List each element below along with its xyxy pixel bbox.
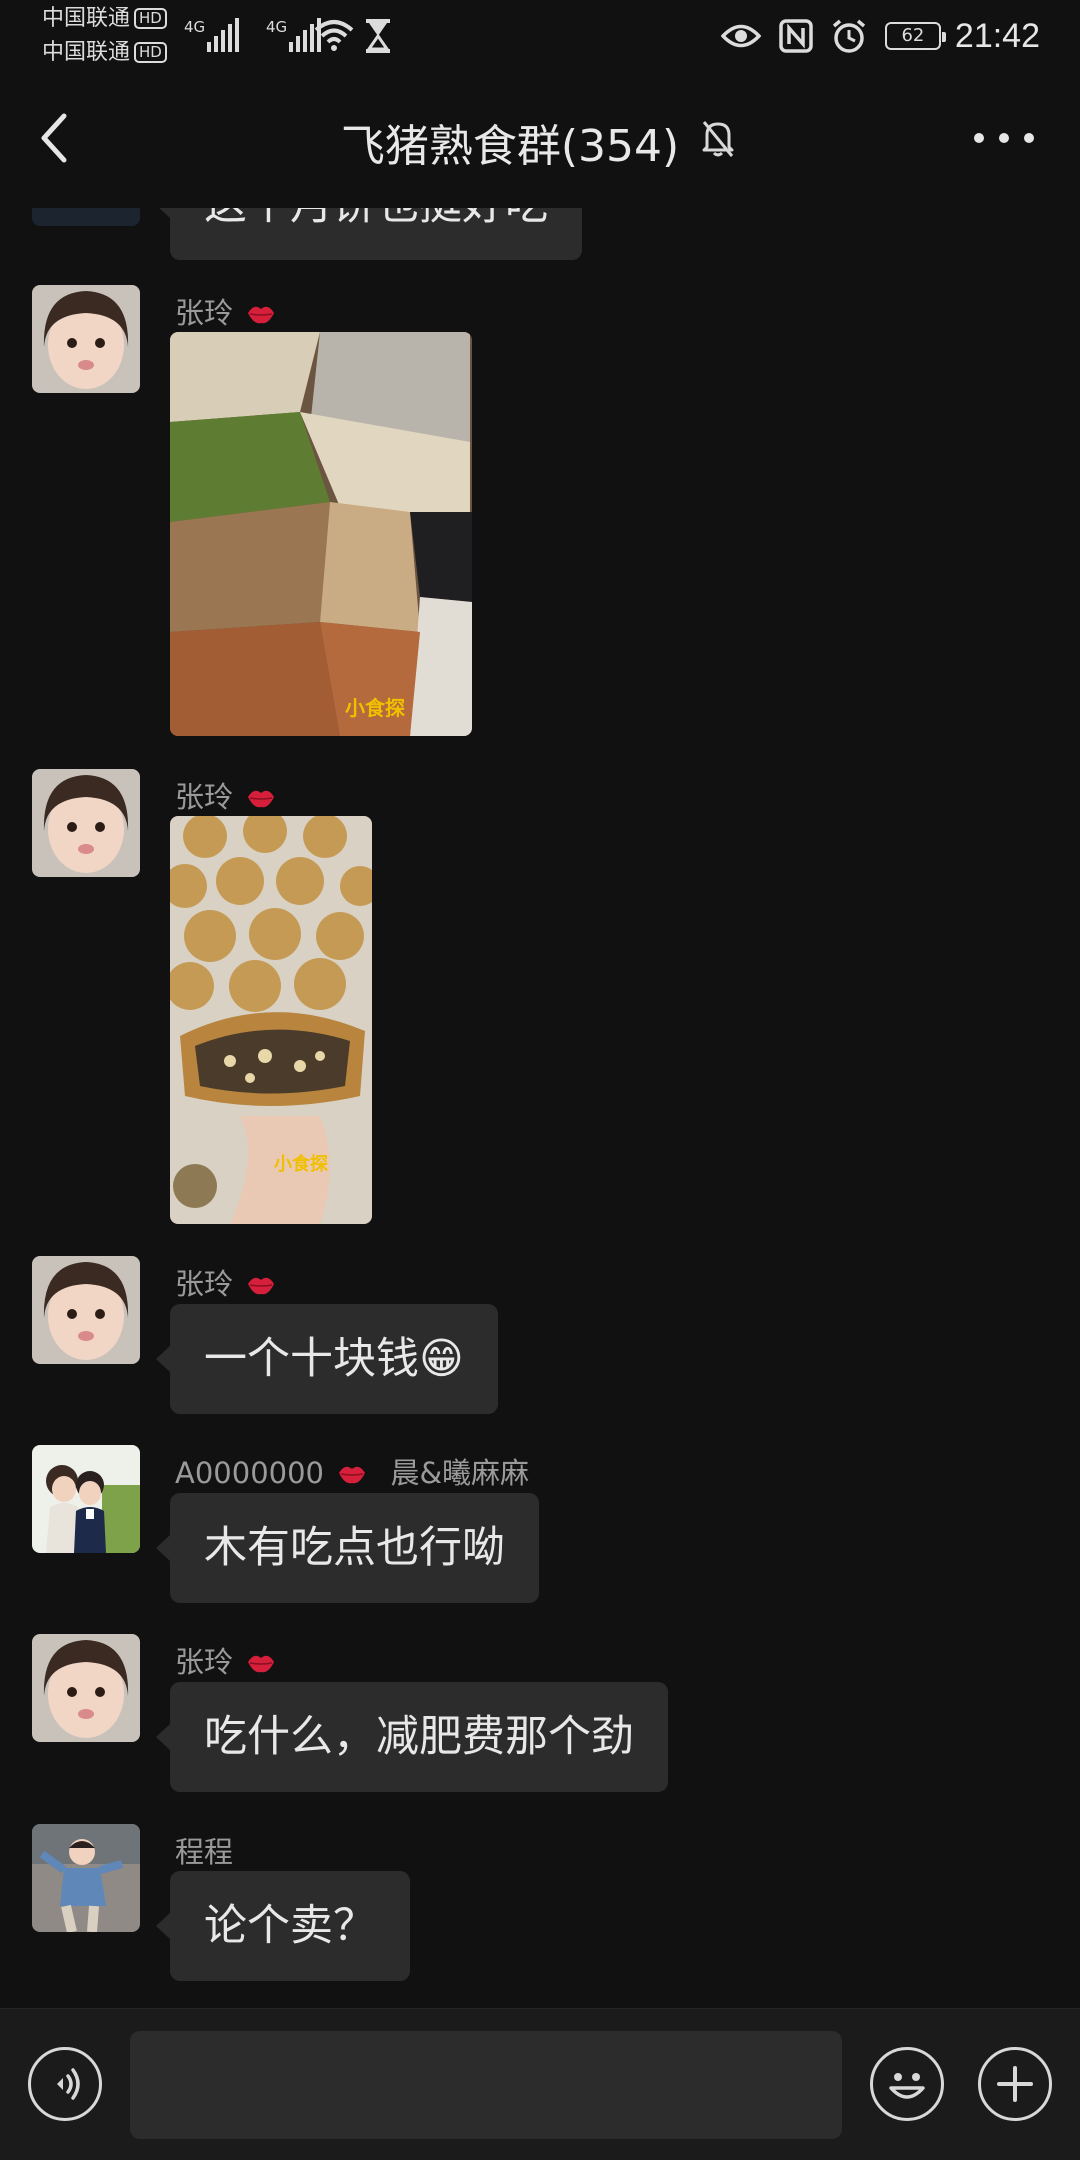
sender-label: 张玲 [175,780,234,814]
girl-avatar-image [32,1256,140,1364]
sender-name: 张玲 [175,1639,276,1681]
message-bubble[interactable]: 论个卖？ [156,1871,410,1981]
avatar-zhangling[interactable] [32,1634,140,1742]
message-bubble[interactable]: 木有吃点也行呦 [156,1493,539,1603]
hourglass-icon [366,19,390,53]
message-bubble[interactable]: 吃什么，减肥费那个劲 [156,1682,668,1792]
carrier-2: 中国联通 HD [42,40,167,66]
message-text: 论个卖？ [204,1901,376,1951]
avatar-zhangling[interactable] [32,1256,140,1364]
clock-time: 21:42 [954,16,1040,55]
eye-icon [720,24,761,48]
carrier-1-label: 中国联通 [42,6,131,31]
photo-watermark: 小食探 [345,696,405,720]
chat-header: 飞猪熟食群(354) [0,68,1080,208]
message-input-bar [0,2008,1080,2160]
group-title: 飞猪熟食群(354) [340,121,680,172]
lips-icon [248,306,275,324]
wifi-icon [314,20,354,51]
girl-avatar-image [32,769,140,877]
battery-indicator: 62 [884,22,946,50]
voice-button[interactable] [28,2047,102,2121]
voice-icon [57,2068,80,2100]
message-text-input[interactable] [130,2031,842,2139]
message-bubble[interactable]: 这个月饼也挺好吃 [156,208,582,260]
sender-label: 张玲 [175,1645,234,1679]
carrier-2-label: 中国联通 [42,40,131,65]
dot-2 [999,133,1009,143]
status-bar: 中国联通 HD 中国联通 HD 4G 4G 62 21:42 [0,0,1080,68]
more-options-button[interactable] [974,130,1034,146]
avatar-zhangling[interactable] [32,769,140,877]
sender-name: 张玲 [175,774,276,816]
kids-avatar-image [32,1445,140,1553]
signal-1-icon: 4G [184,18,242,52]
boy-avatar-image [32,1824,140,1932]
sender-name: 张玲 [175,290,276,332]
message-bubble[interactable]: 一个十块钱😁 [156,1304,498,1414]
girl-avatar-image [32,285,140,393]
message-text: 木有吃点也行呦 [204,1523,505,1573]
photo-watermark: 小食探 [274,1154,328,1175]
shared-photo-cookies[interactable]: 小食探 [170,816,372,1224]
sender-group-nickname: 晨&曦麻麻 [390,1456,530,1490]
lips-icon [248,1277,275,1295]
avatar-chengcheng[interactable] [32,1824,140,1932]
plus-icon [997,2066,1033,2102]
lips-icon [248,790,275,808]
hd-badge-2: HD [134,42,167,63]
chat-message-list[interactable]: 这个月饼也挺好吃 张玲 小食 [0,208,1080,2008]
sender-name: A0000000 晨&曦麻麻 [175,1450,529,1492]
emoji-icon [889,2073,925,2099]
sender-name: 张玲 [175,1261,276,1303]
hd-badge-1: HD [134,8,167,29]
dot-3 [1024,133,1034,143]
sender-label: 张玲 [175,296,234,330]
alarm-icon [832,19,866,53]
sender-label: 张玲 [175,1267,234,1301]
bell-muted-icon [702,121,734,157]
lips-icon [248,1655,275,1673]
sender-label: A0000000 [175,1456,324,1490]
carrier-1: 中国联通 HD [42,6,167,32]
message-text: 吃什么，减肥费那个劲 [204,1712,634,1762]
network-2-label: 4G [266,18,288,36]
girl-avatar-image [32,1634,140,1742]
shared-photo-grains[interactable]: 小食探 [170,332,472,736]
message-text: 一个十块钱😁 [204,1334,464,1384]
avatar-zhangling[interactable] [32,285,140,393]
lips-icon [339,1466,366,1484]
sender-name: 程程 [175,1829,233,1871]
nfc-icon [779,19,813,53]
emoji-button[interactable] [870,2047,944,2121]
avatar-a0000000[interactable] [32,1445,140,1553]
grains-photo-image [170,332,472,736]
avatar[interactable] [32,208,140,226]
dot-1 [974,133,984,143]
message-text: 这个月饼也挺好吃 [204,208,548,230]
cookies-photo-image [170,816,372,1224]
status-right-icons: 62 21:42 [720,14,1040,58]
network-1-label: 4G [184,18,206,36]
sender-label: 程程 [175,1835,234,1869]
plus-button[interactable] [978,2047,1052,2121]
